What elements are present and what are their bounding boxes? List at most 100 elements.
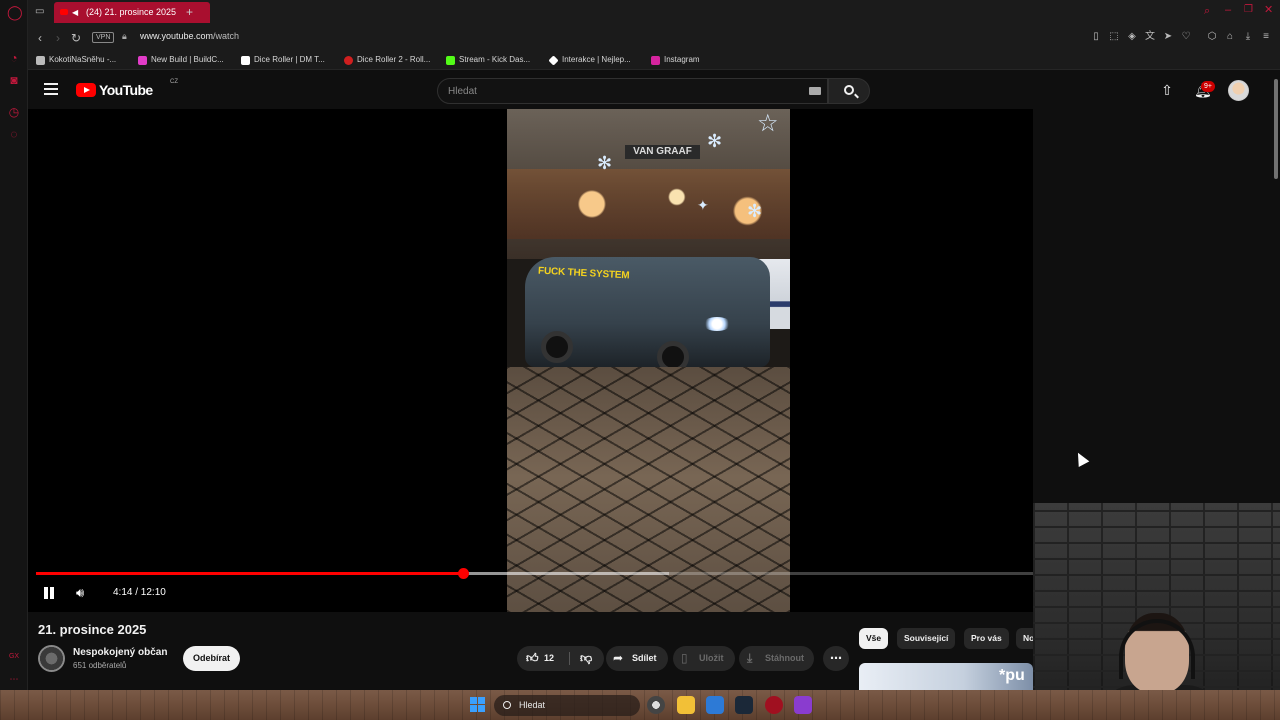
video-frame[interactable]: VAN GRAAF ✻ ✻ ☆ ✻ ✦ FUCK THE SYSTEM xyxy=(507,109,790,612)
shield-icon[interactable]: ◈ xyxy=(1126,31,1138,43)
like-count: 12 xyxy=(544,653,555,663)
sidebar-feature-icon[interactable]: ◔ xyxy=(7,51,21,65)
app-purple-icon[interactable] xyxy=(794,696,812,714)
address-bar: ‹ › ↻ VPN 🔒︎ www.youtube.com/watch ▯ ⬚ ◈… xyxy=(28,25,1280,50)
dislike-button[interactable]: 👎︎ xyxy=(570,646,604,671)
taskbar-search[interactable]: Hledat xyxy=(494,695,640,716)
bookmark-icon[interactable]: ▯ xyxy=(1090,31,1102,43)
minimize-icon[interactable]: – xyxy=(1225,4,1237,16)
workspaces-icon[interactable]: ▭ xyxy=(35,6,47,18)
account-avatar[interactable] xyxy=(1228,80,1249,101)
bookmark-save-icon: ▯ xyxy=(681,651,688,665)
back-icon[interactable]: ‹ xyxy=(32,30,48,46)
recommended-video-thumbnail[interactable]: *pu xyxy=(859,663,1033,690)
download-button[interactable]: ⤓ Stáhnout xyxy=(739,646,814,671)
speaker-icon[interactable]: ◀ xyxy=(72,2,78,23)
share-icon: ➦ xyxy=(613,651,624,665)
more-actions-icon[interactable]: ⋯ xyxy=(823,646,849,671)
windows-start-icon[interactable] xyxy=(470,697,486,713)
share-label: Sdílet xyxy=(632,653,657,663)
forward-icon[interactable]: › xyxy=(50,30,66,46)
webcam-overlay xyxy=(1033,503,1280,720)
chip-for-you[interactable]: Pro vás xyxy=(964,628,1009,649)
create-upload-icon[interactable]: ⇧ xyxy=(1160,83,1174,97)
download-label: Stáhnout xyxy=(765,653,804,663)
opera-logo-icon[interactable]: ◯ xyxy=(7,5,23,19)
heart-icon[interactable]: ♡ xyxy=(1180,31,1192,43)
subscribe-button[interactable]: Odebírat xyxy=(183,646,240,671)
messenger-icon[interactable]: ◌ xyxy=(7,127,21,141)
chip-all[interactable]: Vše xyxy=(859,628,889,649)
hamburger-menu-icon[interactable] xyxy=(44,83,58,95)
bookmark-item[interactable]: Stream - Kick Das... xyxy=(446,53,530,67)
bookmark-favicon-icon xyxy=(36,56,45,65)
opera-sidebar: ◯ ◔ ◙ ◷ ◌ GX ⋯ xyxy=(0,0,28,690)
bookmarks-bar: KokotiNaSněhu -... New Build | BuildC...… xyxy=(28,50,1280,70)
bookmark-item[interactable]: Dice Roller 2 - Roll... xyxy=(344,53,430,67)
opera-gx-taskbar-icon[interactable] xyxy=(647,696,665,714)
lock-icon[interactable]: 🔒︎ xyxy=(122,31,132,43)
chip-next[interactable]: No xyxy=(1016,628,1033,649)
channel-avatar[interactable] xyxy=(38,645,65,672)
app-taskbar-icon[interactable] xyxy=(706,696,724,714)
wallet-icon[interactable]: ⌂ xyxy=(1224,31,1236,43)
pause-icon[interactable] xyxy=(43,587,55,599)
bookmark-favicon-icon xyxy=(138,56,147,65)
restore-icon[interactable]: ❐ xyxy=(1244,4,1256,16)
bookmark-item[interactable]: Instagram xyxy=(651,53,700,67)
like-button[interactable]: 👍︎ 12 xyxy=(517,646,569,671)
search-input[interactable] xyxy=(438,79,778,103)
youtube-wordmark: YouTube xyxy=(99,82,153,98)
youtube-favicon-icon xyxy=(60,9,68,15)
save-button[interactable]: ▯ Uložit xyxy=(673,646,735,671)
country-code: CZ xyxy=(170,79,178,85)
bookmark-item[interactable]: New Build | BuildC... xyxy=(138,53,224,67)
subscriber-count: 651 odběratelů xyxy=(73,661,127,670)
share-button[interactable]: ➦ Sdílet xyxy=(606,646,668,671)
tab-search-icon[interactable]: ⌕ xyxy=(1204,5,1216,17)
keyboard-icon[interactable] xyxy=(809,87,821,95)
extensions-icon[interactable]: ⬡ xyxy=(1206,31,1218,43)
snapshot-icon[interactable]: ⬚ xyxy=(1108,31,1120,43)
snowflake-decoration-icon: ✻ xyxy=(707,131,723,151)
reload-icon[interactable]: ↻ xyxy=(68,30,84,46)
download-icon[interactable]: ⤓ xyxy=(1242,31,1254,43)
file-explorer-icon[interactable] xyxy=(677,696,695,714)
search-button[interactable] xyxy=(828,78,870,104)
time-display: 4:14 / 12:10 xyxy=(113,587,166,598)
bookmark-item[interactable]: Interakce | Nejlep... xyxy=(548,53,631,67)
translate-icon[interactable]: 文 xyxy=(1144,31,1156,43)
instagram-icon xyxy=(651,56,660,65)
search-box xyxy=(437,78,828,104)
video-wheel xyxy=(541,331,573,363)
send-icon[interactable]: ➤ xyxy=(1162,31,1174,43)
opera-taskbar-icon[interactable] xyxy=(765,696,783,714)
menu-icon[interactable]: ≡ xyxy=(1260,31,1272,43)
channel-name[interactable]: Nespokojený občan xyxy=(73,647,167,658)
more-icon[interactable]: ⋯ xyxy=(7,672,21,686)
vpn-badge[interactable]: VPN xyxy=(92,32,115,43)
star-decoration-icon: ☆ xyxy=(757,110,779,137)
snowflake-decoration-icon: ✻ xyxy=(747,201,763,221)
youtube-header: YouTube CZ ⇧ 🔔︎ 9+ xyxy=(28,71,1272,109)
video-player[interactable]: VAN GRAAF ✻ ✻ ☆ ✻ ✦ FUCK THE SYSTEM 🔊︎ 4… xyxy=(28,109,1033,612)
volume-icon[interactable]: 🔊︎ xyxy=(76,585,92,601)
new-tab-icon[interactable]: + xyxy=(186,5,198,19)
close-window-icon[interactable]: ✕ xyxy=(1264,3,1276,16)
url-field[interactable]: www.youtube.com/watch xyxy=(140,31,239,41)
progress-scrubber[interactable] xyxy=(457,568,469,579)
video-title: 21. prosince 2025 xyxy=(38,622,147,637)
like-dislike-group: 👍︎ 12 👎︎ xyxy=(517,646,604,671)
bookmark-item[interactable]: KokotiNaSněhu -... xyxy=(36,53,116,67)
sidebar-bag-icon[interactable]: ◙ xyxy=(7,73,21,87)
bookmark-item[interactable]: Dice Roller | DM T... xyxy=(241,53,325,67)
gx-icon[interactable]: GX xyxy=(7,650,21,664)
steam-icon[interactable] xyxy=(735,696,753,714)
star-decoration-icon: ✦ xyxy=(697,197,709,213)
thumbnail-text: *pu xyxy=(999,667,1025,684)
progress-bar[interactable] xyxy=(36,568,1033,579)
bookmark-favicon-icon xyxy=(241,56,250,65)
scrollbar-thumb[interactable] xyxy=(1274,79,1278,179)
history-icon[interactable]: ◷ xyxy=(7,105,21,119)
chip-related[interactable]: Související xyxy=(897,628,956,649)
